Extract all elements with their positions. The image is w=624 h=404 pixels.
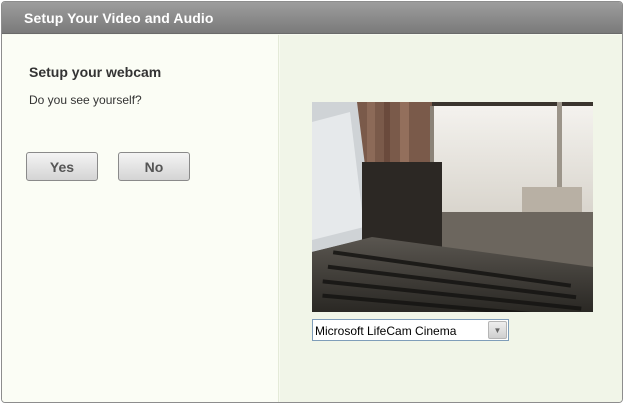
preview-panel: Microsoft LifeCam Cinema ▼ xyxy=(280,35,622,402)
yes-button[interactable]: Yes xyxy=(26,152,98,181)
camera-select-value: Microsoft LifeCam Cinema xyxy=(315,324,457,338)
webcam-image xyxy=(312,102,593,312)
webcam-preview xyxy=(312,102,593,312)
chevron-down-icon[interactable]: ▼ xyxy=(488,321,507,339)
setup-dialog: Setup Your Video and Audio Setup your we… xyxy=(1,1,623,403)
title-bar: Setup Your Video and Audio xyxy=(2,2,622,34)
dialog-title: Setup Your Video and Audio xyxy=(24,10,214,26)
setup-prompt: Do you see yourself? xyxy=(29,93,142,107)
setup-heading: Setup your webcam xyxy=(29,64,162,80)
setup-panel: Setup your webcam Do you see yourself? Y… xyxy=(2,35,279,402)
no-button[interactable]: No xyxy=(118,152,190,181)
camera-select[interactable]: Microsoft LifeCam Cinema ▼ xyxy=(312,319,509,341)
